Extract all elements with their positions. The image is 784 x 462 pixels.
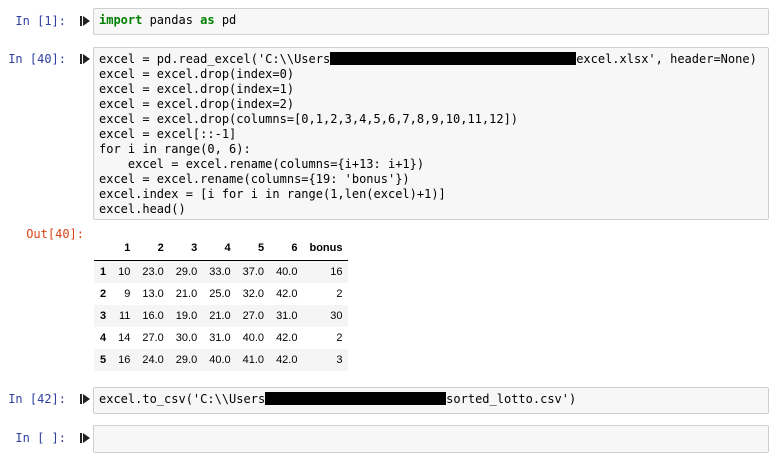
table-row: 3 11 16.0 19.0 21.0 27.0 31.0 30	[94, 305, 349, 327]
row-index: 5	[100, 354, 107, 366]
run-cell-icon[interactable]	[79, 15, 91, 27]
column-header: 4	[203, 236, 237, 261]
table-cell: 30.0	[175, 332, 198, 344]
table-cell: 11	[118, 310, 131, 322]
table-cell: 14	[118, 332, 131, 344]
code-line: excel.to_csv('C:\\Users sorted_lotto.csv'…	[99, 392, 763, 407]
table-cell: 40.0	[276, 266, 298, 278]
row-index: 2	[100, 288, 107, 300]
table-cell: 31.0	[209, 332, 231, 344]
table-cell: 42.0	[276, 288, 298, 300]
input-prompt: In [42]:	[8, 392, 66, 406]
table-cell: 27.0	[242, 310, 265, 322]
input-prompt: In [40]:	[8, 52, 66, 66]
table-cell: 24.0	[142, 354, 164, 366]
table-cell: 41.0	[242, 354, 265, 366]
table-cell: 29.0	[175, 354, 198, 366]
table-cell: 25.0	[209, 288, 231, 300]
code-line: for i in range(0, 6):	[99, 142, 251, 156]
table-cell: 30	[330, 310, 343, 322]
code-editor[interactable]: excel.to_csv('C:\\Users sorted_lotto.csv'…	[93, 387, 769, 414]
table-cell: 2	[336, 332, 343, 344]
table-cell: 13.0	[142, 288, 164, 300]
table-cell: 2	[336, 288, 343, 300]
table-cell: 16.0	[142, 310, 164, 322]
table-cell: 21.0	[209, 310, 231, 322]
code-line: excel = excel.drop(index=2)	[99, 97, 295, 111]
code-text: excel.to_csv('C:\\Users	[99, 392, 266, 406]
table-cell: 42.0	[276, 332, 298, 344]
code-line: excel = excel.rename(columns={i+13: i+1}…	[99, 157, 425, 171]
code-line: excel = excel.drop(index=0)	[99, 67, 295, 81]
table-cell: 3	[336, 354, 343, 366]
code-text: sorted_lotto.csv')	[446, 392, 577, 406]
table-cell: 37.0	[242, 266, 265, 278]
column-header: 2	[136, 236, 170, 261]
code-editor[interactable]	[93, 425, 769, 453]
table-header-row: 1 2 3 4 5 6 bonus	[94, 236, 349, 261]
column-header: 3	[169, 236, 204, 261]
code-text: excel.xlsx', header=None)	[576, 52, 757, 66]
column-header: 6	[270, 236, 304, 261]
code-line: excel = excel.drop(index=1)	[99, 82, 295, 96]
table-cell: 19.0	[175, 310, 198, 322]
code-line: excel = excel.drop(columns=[0,1,2,3,4,5,…	[99, 112, 519, 126]
row-index: 1	[100, 266, 107, 278]
code-line: excel.head()	[99, 202, 186, 216]
run-cell-icon[interactable]	[79, 393, 91, 405]
table-cell: 40.0	[242, 332, 265, 344]
row-index: 3	[100, 310, 107, 322]
code-line: excel = excel.rename(columns={19: 'bonus…	[99, 172, 410, 186]
code-line: import pandas as pd	[99, 13, 237, 27]
code-editor[interactable]: import pandas as pd	[93, 8, 769, 35]
table-cell: 42.0	[276, 354, 298, 366]
table-cell: 29.0	[175, 266, 198, 278]
column-header: 5	[236, 236, 271, 261]
table-row: 1 10 23.0 29.0 33.0 37.0 40.0 16	[94, 260, 349, 283]
code-line: excel.index = [i for i in range(1,len(ex…	[99, 187, 446, 201]
table-row: 2 9 13.0 21.0 25.0 32.0 42.0 2	[94, 283, 349, 305]
column-header: 1	[112, 236, 137, 261]
table-cell: 21.0	[175, 288, 198, 300]
code-text: excel = pd.read_excel('C:\\Users	[99, 52, 331, 66]
redacted-path	[265, 392, 447, 405]
table-cell: 31.0	[276, 310, 298, 322]
input-prompt: In [ ]:	[15, 431, 66, 445]
input-prompt: In [1]:	[15, 14, 66, 28]
table-cell: 27.0	[142, 332, 164, 344]
code-editor[interactable]: excel = pd.read_excel('C:\\Users excel.xl…	[93, 47, 769, 220]
table-cell: 16	[118, 354, 131, 366]
table-cell: 32.0	[242, 288, 265, 300]
run-cell-icon[interactable]	[79, 432, 91, 444]
table-row: 5 16 24.0 29.0 40.0 41.0 42.0 3	[94, 349, 349, 371]
table-cell: 9	[124, 288, 131, 300]
run-cell-icon[interactable]	[79, 53, 91, 65]
dataframe-output: 1 2 3 4 5 6 bonus 1 10 23.0 29.0 33.0 37…	[94, 236, 349, 371]
code-line: excel = excel[::-1]	[99, 127, 237, 141]
column-header	[94, 236, 113, 261]
row-index: 4	[100, 332, 107, 344]
redacted-path	[330, 52, 577, 65]
table-cell: 40.0	[209, 354, 231, 366]
table-cell: 10	[118, 266, 131, 278]
table-cell: 33.0	[209, 266, 231, 278]
table-row: 4 14 27.0 30.0 31.0 40.0 42.0 2	[94, 327, 349, 349]
column-header: bonus	[303, 236, 349, 261]
table-cell: 16	[330, 266, 343, 278]
table-cell: 23.0	[142, 266, 164, 278]
output-prompt: Out[40]:	[26, 227, 84, 241]
code-line: excel = pd.read_excel('C:\\Users excel.xl…	[99, 52, 763, 67]
